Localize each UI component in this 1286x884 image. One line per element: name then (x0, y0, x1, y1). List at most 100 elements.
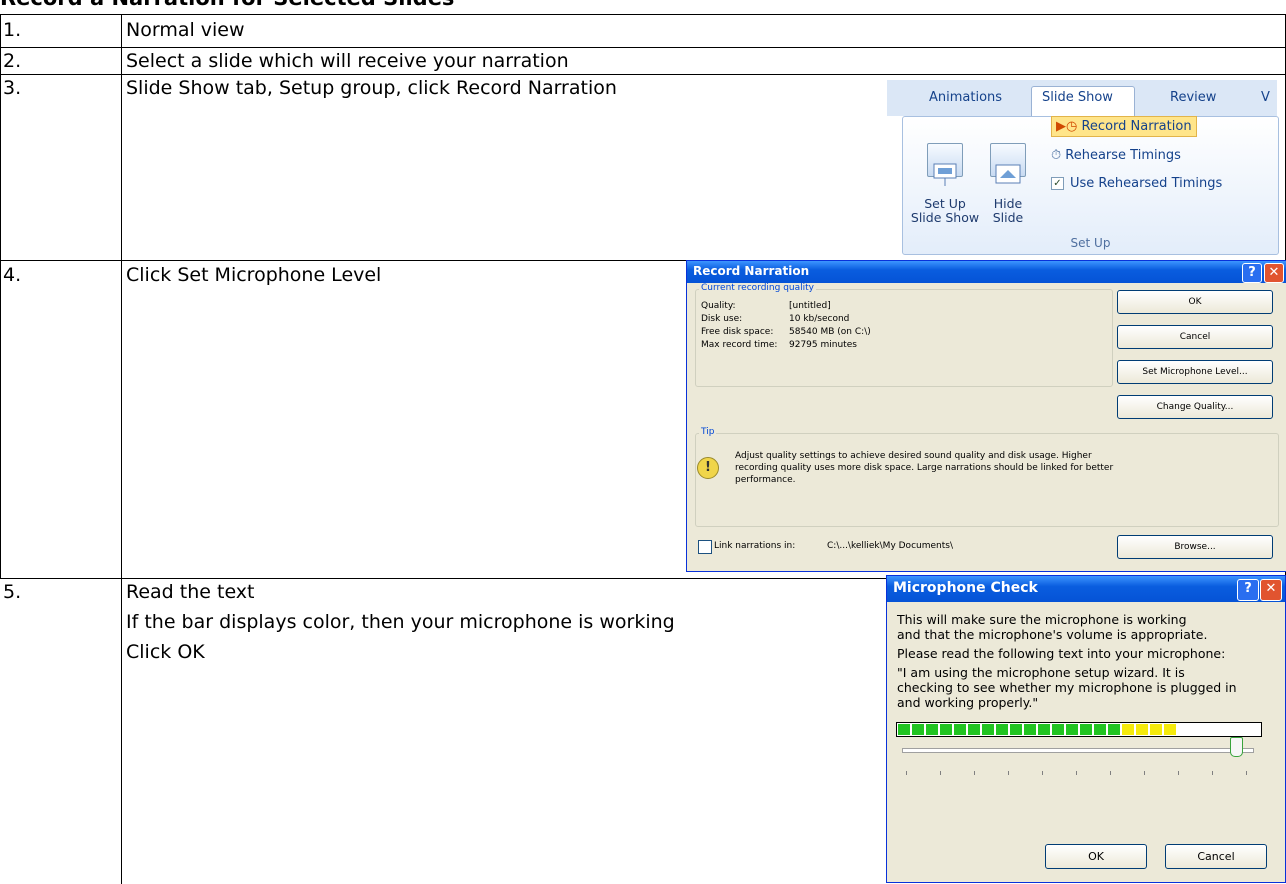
column-divider (0, 14, 1, 578)
max-time-label: Max record time: (701, 340, 778, 350)
step-number: 2. (3, 50, 22, 72)
close-icon[interactable]: ✕ (1260, 579, 1282, 601)
step-number: 5. (3, 581, 22, 603)
tip-text-line: recording quality uses more disk space. … (735, 463, 1114, 473)
rehearse-timings-label: Rehearse Timings (1065, 148, 1181, 163)
meter-segment (1010, 724, 1022, 735)
tab-animations[interactable]: Animations (929, 90, 1002, 105)
step-number: 3. (3, 77, 22, 99)
step-number: 4. (3, 264, 22, 286)
mic-instruction-line: This will make sure the microphone is wo… (897, 612, 1187, 627)
help-icon[interactable]: ? (1242, 263, 1262, 283)
step-text: Slide Show tab, Setup group, click Recor… (126, 77, 617, 99)
hide-slide-button[interactable]: Hide Slide (983, 129, 1033, 225)
mic-instruction-line: Please read the following text into your… (897, 646, 1226, 661)
slider-tick (1246, 771, 1247, 775)
meter-segment (1136, 724, 1148, 735)
column-divider (121, 14, 122, 884)
volume-slider-thumb[interactable] (1229, 737, 1243, 757)
tip-text-line: performance. (735, 475, 796, 485)
dialog-titlebar: Record Narration ? ✕ (687, 261, 1286, 283)
group-label: Set Up (1070, 236, 1111, 250)
warning-icon: ! (697, 457, 719, 479)
meter-segment (982, 724, 994, 735)
free-disk-value: 58540 MB (on C:\) (789, 327, 871, 337)
meter-segment (1038, 724, 1050, 735)
meter-segment (954, 724, 966, 735)
tip-text-line: Adjust quality settings to achieve desir… (735, 451, 1092, 461)
browse-button[interactable]: Browse... (1117, 535, 1273, 559)
step-text: Click OK (126, 641, 205, 663)
meter-segment (968, 724, 980, 735)
use-rehearsed-timings-label: Use Rehearsed Timings (1070, 176, 1223, 191)
set-microphone-level-button[interactable]: Set Microphone Level... (1117, 360, 1273, 384)
max-time-value: 92795 minutes (789, 340, 857, 350)
record-narration-dialog: Record Narration ? ✕ Current recording q… (686, 260, 1286, 572)
mic-instruction-line: and working properly." (897, 695, 1039, 710)
dialog-title: Microphone Check (893, 580, 1038, 596)
meter-segment (926, 724, 938, 735)
slider-tick (1144, 771, 1145, 775)
hide-slide-label: Hide Slide (992, 196, 1024, 225)
dialog-title: Record Narration (693, 264, 810, 278)
ok-button[interactable]: OK (1117, 290, 1273, 314)
step-number: 1. (3, 19, 22, 41)
record-narration-button[interactable]: ▶◷ Record Narration (1051, 116, 1197, 137)
disk-use-value: 10 kb/second (789, 314, 850, 324)
ribbon-setup-group: Set Up Slide Show Hide Slide ▶◷ Record N… (902, 116, 1279, 255)
free-disk-label: Free disk space: (701, 327, 774, 337)
cancel-button[interactable]: Cancel (1165, 844, 1267, 869)
microphone-check-dialog: Microphone Check ? ✕ This will make sure… (886, 575, 1286, 883)
meter-segment (1122, 724, 1134, 735)
step-text: Select a slide which will receive your n… (126, 50, 569, 72)
meter-segment (1052, 724, 1064, 735)
record-narration-label: Record Narration (1081, 119, 1192, 134)
setup-slideshow-label: Set Up Slide Show (910, 196, 980, 225)
tip-caption: Tip (699, 427, 717, 437)
volume-meter (896, 722, 1262, 737)
slider-tick (974, 771, 975, 775)
setup-slideshow-button[interactable]: Set Up Slide Show (909, 129, 981, 225)
meter-segment (1108, 724, 1120, 735)
setup-slideshow-icon (927, 143, 963, 186)
slider-tick (1178, 771, 1179, 775)
slider-tick (1042, 771, 1043, 775)
link-path: C:\...\kelliek\My Documents\ (827, 541, 953, 551)
ok-button[interactable]: OK (1045, 844, 1147, 869)
record-narration-icon: ▶◷ (1056, 119, 1078, 134)
meter-segment (940, 724, 952, 735)
link-narrations-label: Link narrations in: (714, 541, 796, 551)
meter-segment (1066, 724, 1078, 735)
ribbon-tab-bar: Animations Slide Show Review V (887, 80, 1277, 118)
slider-tick (1212, 771, 1213, 775)
step-text: Normal view (126, 19, 245, 41)
quality-label: Quality: (701, 301, 736, 311)
rehearse-timings-button[interactable]: ⏱ Rehearse Timings (1051, 148, 1181, 163)
meter-segment (996, 724, 1008, 735)
tab-view[interactable]: V (1261, 90, 1270, 105)
meter-segment (1164, 724, 1176, 735)
tab-slide-show[interactable]: Slide Show (1042, 90, 1113, 105)
disk-use-label: Disk use: (701, 314, 743, 324)
close-icon[interactable]: ✕ (1264, 263, 1284, 283)
slider-tick (940, 771, 941, 775)
help-icon[interactable]: ? (1237, 579, 1259, 601)
step-text: Read the text (126, 581, 255, 603)
use-rehearsed-timings-checkbox[interactable]: ✓ Use Rehearsed Timings (1051, 176, 1222, 191)
quality-value: [untitled] (789, 301, 831, 311)
row-divider (0, 14, 1286, 15)
cancel-button[interactable]: Cancel (1117, 325, 1273, 349)
meter-segment (898, 724, 910, 735)
section-caption: Current recording quality (699, 283, 816, 293)
change-quality-button[interactable]: Change Quality... (1117, 395, 1273, 419)
hide-slide-icon (990, 143, 1026, 184)
checkbox-icon: ✓ (1051, 177, 1064, 190)
step-text: If the bar displays color, then your mic… (126, 611, 675, 633)
meter-segment (1094, 724, 1106, 735)
slider-tick (1076, 771, 1077, 775)
slider-tick (906, 771, 907, 775)
link-narrations-checkbox[interactable] (698, 540, 712, 554)
volume-slider-track[interactable] (902, 748, 1254, 753)
tab-review[interactable]: Review (1170, 90, 1216, 105)
page-heading: Record a Narration for Selected Slides (0, 0, 454, 10)
